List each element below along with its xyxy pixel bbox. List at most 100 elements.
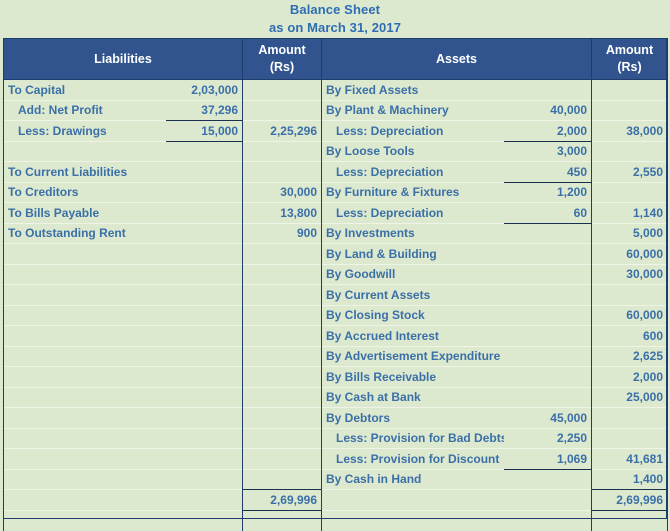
liability-sub-amount (165, 407, 243, 428)
liability-label (3, 325, 166, 346)
liability-sub-amount: 15,000 (165, 120, 243, 142)
liability-sub-amount (165, 468, 243, 490)
liability-amount (242, 468, 322, 490)
asset-amount: 60,000 (591, 304, 668, 326)
liability-amount (242, 407, 322, 428)
asset-label: Less: Provision for Discount (321, 448, 504, 469)
column-header-amount-right: Amount (Rs) (591, 38, 668, 80)
liability-sub-amount (165, 140, 243, 162)
asset-amount: 38,000 (591, 120, 668, 141)
asset-amount (591, 284, 668, 305)
asset-amount: 1,400 (591, 468, 668, 490)
asset-amount (591, 181, 668, 203)
liability-amount (242, 284, 322, 305)
balance-sheet-table: Liabilities Amount (Rs) Assets Amount (R… (3, 38, 668, 531)
asset-sub-amount (503, 79, 592, 100)
asset-label: By Bills Receivable (321, 366, 504, 387)
table-footer-row (3, 509, 668, 531)
liability-label: To Bills Payable (3, 202, 166, 223)
footer-spacer-4 (321, 509, 504, 531)
liability-amount (242, 304, 322, 326)
asset-amount (591, 140, 668, 162)
grand-total-row: 2,69,996 2,69,996 (3, 489, 668, 511)
asset-sub-amount (503, 304, 592, 326)
report-title: Balance Sheet (289, 2, 381, 17)
asset-amount: 2,550 (591, 161, 668, 182)
liability-amount (242, 325, 322, 346)
column-header-amount-left: Amount (Rs) (242, 38, 322, 80)
liability-sub-amount (165, 222, 243, 244)
liability-sub-amount (165, 366, 243, 387)
liability-sub-amount (165, 181, 243, 203)
table-row: By Loose Tools 3,000 (3, 140, 668, 162)
liability-sub-amount (165, 284, 243, 305)
asset-label: By Loose Tools (321, 140, 504, 162)
liability-sub-amount (165, 263, 243, 285)
liability-sub-amount (165, 345, 243, 367)
liability-label (3, 427, 166, 449)
table-row: Less: Provision for Discount 1,069 41,681 (3, 448, 668, 470)
asset-label: By Accrued Interest (321, 325, 504, 346)
report-title-block: Balance Sheet as on March 31, 2017 (0, 0, 670, 37)
asset-sub-amount (503, 345, 592, 367)
liability-amount (242, 427, 322, 449)
asset-amount (591, 99, 668, 121)
asset-sub-amount (503, 386, 592, 408)
liability-amount: 900 (242, 222, 322, 244)
footer-spacer-3 (242, 509, 322, 531)
asset-label: Less: Depreciation (321, 161, 504, 182)
asset-sub-amount (503, 284, 592, 305)
table-row: By Land & Building 60,000 (3, 243, 668, 264)
column-header-assets: Assets (321, 38, 592, 80)
liability-label (3, 366, 166, 387)
liability-sub-amount (165, 448, 243, 469)
liability-label (3, 243, 166, 264)
liability-label: To Current Liabilities (3, 161, 166, 182)
asset-sub-amount: 1,200 (503, 181, 592, 203)
asset-total-sub-spacer (503, 489, 592, 510)
asset-sub-amount (503, 325, 592, 346)
asset-sub-amount: 3,000 (503, 140, 592, 162)
table-row: By Goodwill 30,000 (3, 263, 668, 285)
asset-amount: 2,625 (591, 345, 668, 367)
liability-sub-amount (165, 427, 243, 449)
asset-sub-amount: 45,000 (503, 407, 592, 428)
liability-label (3, 140, 166, 162)
liability-label: To Outstanding Rent (3, 222, 166, 244)
asset-amount (591, 427, 668, 449)
table-row: By Cash at Bank 25,000 (3, 386, 668, 408)
report-subtitle: as on March 31, 2017 (268, 20, 402, 35)
asset-label: By Furniture & Fixtures (321, 181, 504, 203)
asset-label: By Current Assets (321, 284, 504, 305)
asset-sub-amount (503, 366, 592, 387)
liability-total-sub-spacer (165, 489, 243, 510)
liability-amount (242, 448, 322, 469)
liability-label: Less: Drawings (3, 120, 166, 141)
table-row: By Accrued Interest 600 (3, 325, 668, 346)
liability-amount: 2,25,296 (242, 120, 322, 141)
liability-amount (242, 366, 322, 387)
liability-sub-amount (165, 304, 243, 326)
liability-label: To Creditors (3, 181, 166, 203)
asset-label: By Closing Stock (321, 304, 504, 326)
table-row: Add: Net Profit 37,296 By Plant & Machiner… (3, 99, 668, 121)
asset-label: By Cash at Bank (321, 386, 504, 408)
liability-label: Add: Net Profit (3, 99, 166, 121)
amount-right-unit: (Rs) (617, 60, 642, 74)
asset-label: Less: Depreciation (321, 120, 504, 141)
liability-amount (242, 386, 322, 408)
liability-label (3, 448, 166, 469)
table-row: To Creditors 30,000 By Furniture & Fixture… (3, 181, 668, 203)
asset-amount: 30,000 (591, 263, 668, 285)
liability-sub-amount: 37,296 (165, 99, 243, 121)
asset-amount: 5,000 (591, 222, 668, 244)
table-row: By Debtors 45,000 (3, 407, 668, 428)
asset-label: By Land & Building (321, 243, 504, 264)
asset-sub-amount (503, 243, 592, 264)
asset-label: By Advertisement Expenditure (321, 345, 504, 367)
liability-label: To Capital (3, 79, 166, 100)
table-row: By Closing Stock 60,000 (3, 304, 668, 326)
liability-sub-amount (165, 243, 243, 264)
asset-label: By Fixed Assets (321, 79, 504, 100)
table-row: To Current Liabilities Less: Depreciation… (3, 161, 668, 183)
